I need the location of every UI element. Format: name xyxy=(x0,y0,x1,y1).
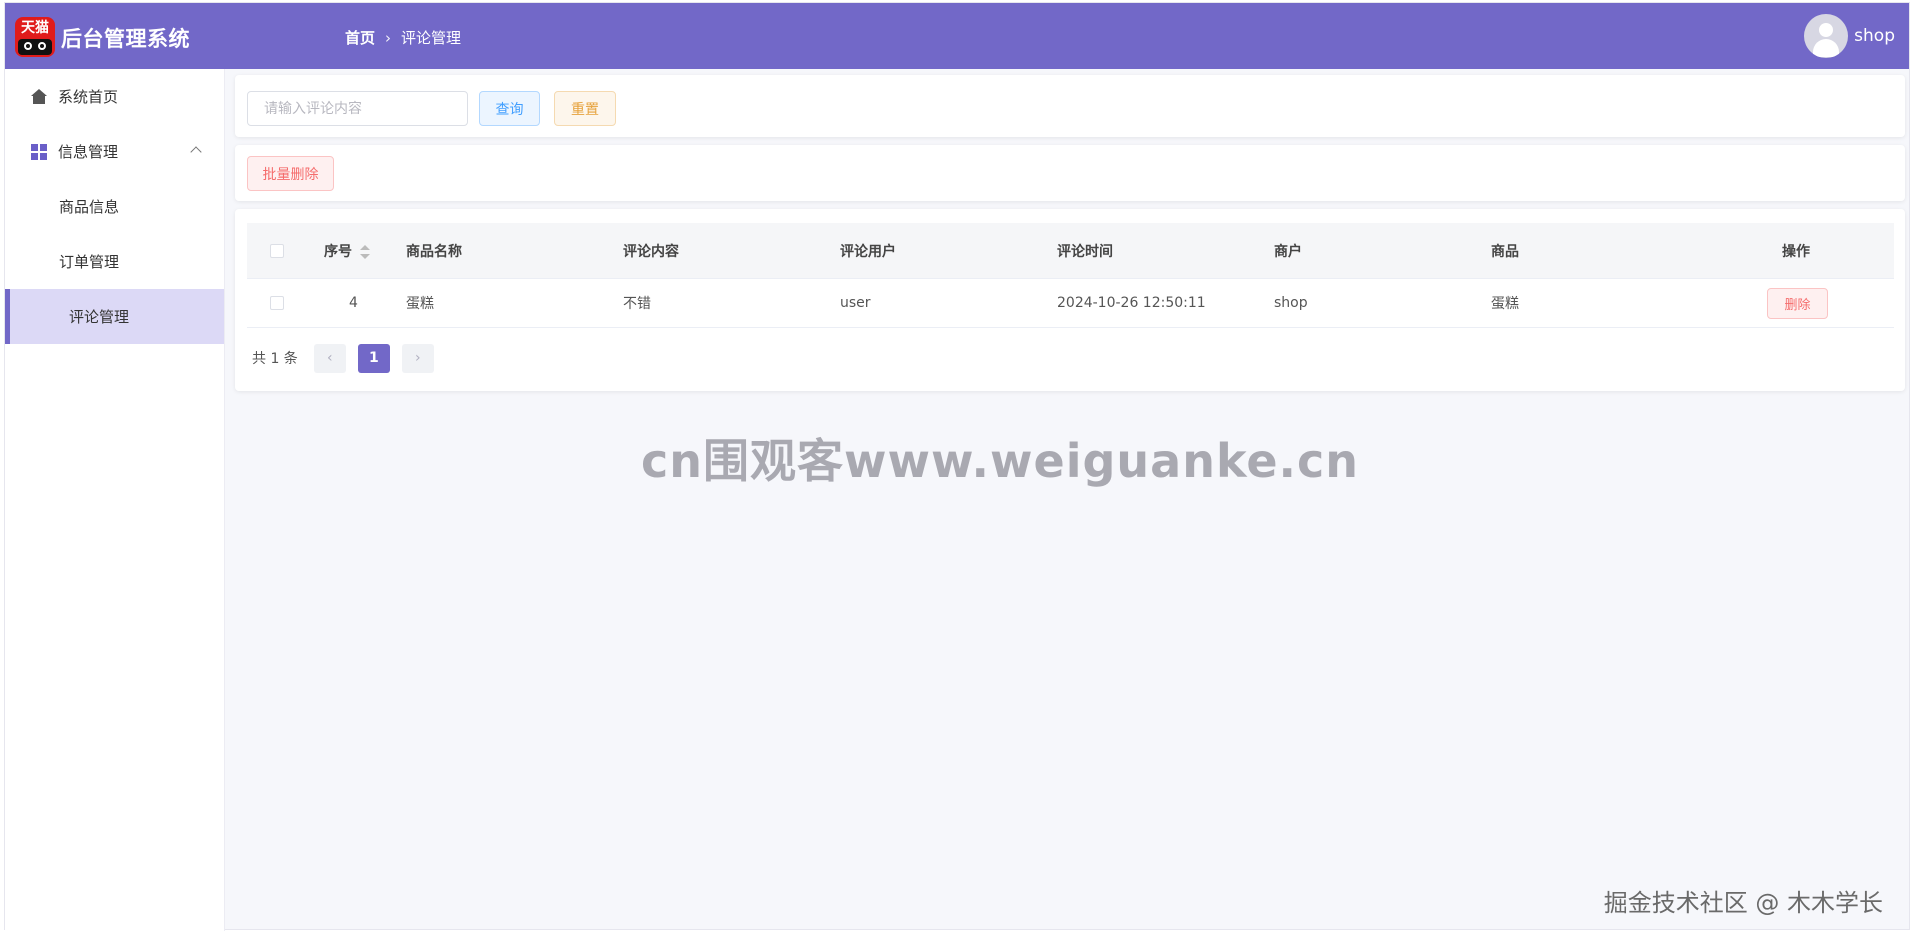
breadcrumb-separator-icon: › xyxy=(385,28,392,47)
page-number-button[interactable]: 1 xyxy=(357,343,390,373)
cell-merchant: shop xyxy=(1274,295,1308,311)
home-icon xyxy=(31,89,47,105)
sidebar-item-label: 商品信息 xyxy=(59,198,120,216)
action-panel: 批量删除 xyxy=(235,145,1905,201)
sidebar-item-label: 订单管理 xyxy=(59,253,120,271)
cell-time: 2024-10-26 12:50:11 xyxy=(1057,295,1206,311)
column-header-product-name: 商品名称 xyxy=(406,243,462,260)
column-header-time: 评论时间 xyxy=(1057,243,1113,260)
prev-page-button[interactable]: ‹ xyxy=(313,343,346,373)
query-button[interactable]: 查询 xyxy=(479,91,540,126)
column-header-id[interactable]: 序号 xyxy=(324,241,370,261)
sidebar-item-home[interactable]: 系统首页 xyxy=(5,69,224,124)
cell-product-name: 蛋糕 xyxy=(406,296,434,312)
sidebar-item-info-management[interactable]: 信息管理 xyxy=(5,124,224,179)
sidebar-item-order-management[interactable]: 订单管理 xyxy=(5,234,224,289)
table-row: 4 蛋糕 不错 user 2024-10-26 12:50:11 shop 蛋糕… xyxy=(247,279,1894,328)
breadcrumb: 首页 › 评论管理 xyxy=(345,27,461,48)
delete-button[interactable]: 删除 xyxy=(1767,288,1828,319)
search-input[interactable] xyxy=(247,91,468,126)
batch-delete-button[interactable]: 批量删除 xyxy=(247,156,334,191)
logo-text: 天猫 xyxy=(21,20,49,36)
select-all-checkbox[interactable] xyxy=(270,243,284,258)
logo-face-icon xyxy=(18,39,52,55)
reset-button[interactable]: 重置 xyxy=(554,91,616,126)
watermark-text: cn围观客www.weiguanke.cn xyxy=(641,434,1360,488)
chevron-up-icon xyxy=(190,146,202,158)
tmall-logo: 天猫 xyxy=(15,17,55,57)
column-header-operation: 操作 xyxy=(1782,243,1810,260)
sidebar-item-label: 系统首页 xyxy=(58,88,119,106)
cell-user: user xyxy=(840,295,871,311)
sort-icon[interactable] xyxy=(360,244,370,259)
cell-id: 4 xyxy=(349,295,358,311)
sidebar-item-label: 信息管理 xyxy=(58,143,119,161)
footer-watermark: 掘金技术社区 @ 木木学长 xyxy=(1603,889,1883,917)
search-panel: 查询 重置 xyxy=(235,75,1905,137)
app-frame: 天猫 后台管理系统 首页 › 评论管理 shop 系统首页 信息管理 商品信息 … xyxy=(4,2,1910,931)
comment-table: 序号 商品名称 评论内容 评论用户 评论时间 商户 商品 操作 4 蛋糕 不错 … xyxy=(247,223,1894,328)
sidebar-item-product-info[interactable]: 商品信息 xyxy=(5,179,224,234)
cell-product: 蛋糕 xyxy=(1491,296,1519,312)
table-panel: 序号 商品名称 评论内容 评论用户 评论时间 商户 商品 操作 4 蛋糕 不错 … xyxy=(235,209,1905,391)
cell-content: 不错 xyxy=(623,296,651,312)
row-checkbox[interactable] xyxy=(270,296,284,310)
column-header-product: 商品 xyxy=(1491,243,1519,260)
user-menu[interactable]: shop xyxy=(1804,14,1895,58)
system-title: 后台管理系统 xyxy=(61,27,190,51)
sidebar-item-label: 评论管理 xyxy=(69,308,130,326)
grid-icon xyxy=(31,144,47,160)
next-page-button[interactable]: › xyxy=(401,343,434,373)
column-header-user: 评论用户 xyxy=(840,243,896,260)
column-header-content: 评论内容 xyxy=(623,243,679,260)
pagination: 共 1 条 ‹ 1 › xyxy=(252,343,446,373)
sidebar: 系统首页 信息管理 商品信息 订单管理 评论管理 xyxy=(5,69,225,931)
top-header: 天猫 后台管理系统 首页 › 评论管理 shop xyxy=(5,3,1909,69)
pagination-total: 共 1 条 xyxy=(252,351,298,367)
user-name[interactable]: shop xyxy=(1854,26,1895,46)
sidebar-item-comment-management[interactable]: 评论管理 xyxy=(5,289,224,344)
breadcrumb-home[interactable]: 首页 xyxy=(345,27,375,48)
avatar[interactable] xyxy=(1804,14,1849,58)
breadcrumb-current: 评论管理 xyxy=(401,29,462,47)
table-header: 序号 商品名称 评论内容 评论用户 评论时间 商户 商品 操作 xyxy=(247,223,1894,279)
column-header-merchant: 商户 xyxy=(1274,243,1302,260)
